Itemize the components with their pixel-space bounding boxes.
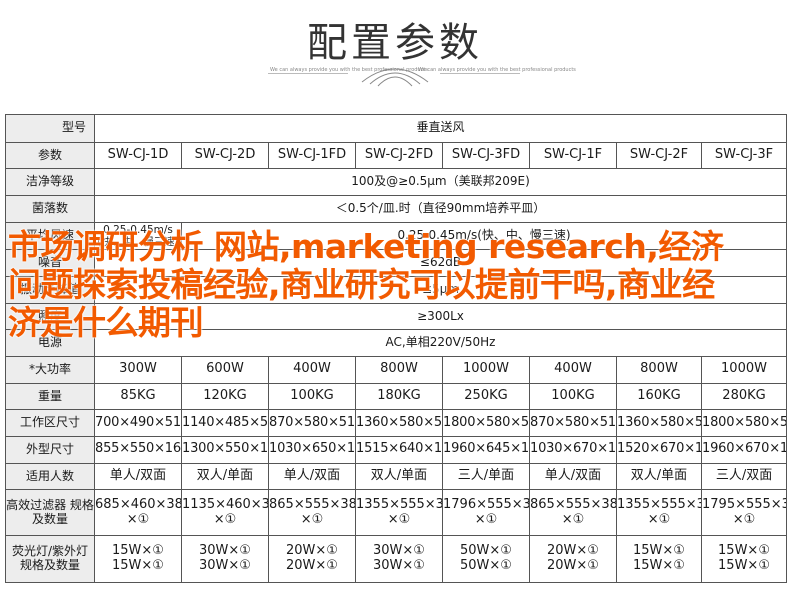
model-cell: SW-CJ-1D <box>94 141 182 170</box>
table-cell: 160KG <box>616 382 702 411</box>
table-cell: 400W <box>529 356 617 384</box>
table-cell: 1960×670×1625 <box>700 436 788 464</box>
spec-table: 型号 垂直送风 参数 SW-CJ-1D SW-CJ-2D SW-CJ-1FD SW-C… <box>5 114 788 584</box>
table-cell: 1300×550×1600 <box>181 436 269 464</box>
table-cell: 三人/双面 <box>700 462 788 491</box>
table-cell: 280KG <box>700 382 788 411</box>
row-label: 外型尺寸 <box>5 436 95 464</box>
table-cell: 600W <box>181 356 269 384</box>
wave-ornament-icon <box>361 68 429 87</box>
table-cell: 1800×580×515 <box>700 409 788 438</box>
table-cell: 865×555×38 ×① <box>268 489 356 536</box>
model-cell: SW-CJ-2F <box>616 141 702 170</box>
table-cell: 400W <box>268 356 356 384</box>
table-cell: 700×490×515 <box>94 409 182 438</box>
table-cell: 15W×① 15W×① <box>94 534 182 584</box>
table-cell: 100KG <box>529 382 617 411</box>
tagline-right: We can always provide you with the best … <box>418 67 576 73</box>
model-header-label: 型号 <box>5 114 95 143</box>
table-cell: 300W <box>94 356 182 384</box>
table-cell: 855×550×1600 <box>94 436 182 464</box>
table-cell: 1800×580×515 <box>442 409 530 438</box>
table-cell: 30W×① 30W×① <box>181 534 269 584</box>
watermark-overlay-text: 市场调研分析 网站,marketing research,经济问题探索投稿经验,… <box>8 227 724 342</box>
table-cell: 250KG <box>442 382 530 411</box>
row-label: 洁净等级 <box>5 168 95 197</box>
table-cell: 1355×555×38 ×① <box>616 489 702 536</box>
table-cell: 865×555×38 ×① <box>529 489 617 536</box>
model-cell: SW-CJ-2D <box>181 141 269 170</box>
table-cell: 1520×670×1625 <box>616 436 702 464</box>
model-cell: SW-CJ-1F <box>529 141 617 170</box>
model-cell: SW-CJ-2FD <box>355 141 443 170</box>
row-label: 工作区尺寸 <box>5 409 95 438</box>
table-cell: 15W×① 15W×① <box>616 534 702 584</box>
table-cell: 800W <box>616 356 702 384</box>
table-cell: 1030×650×1600 <box>268 436 356 464</box>
table-cell: 180KG <box>355 382 443 411</box>
table-cell: 50W×① 50W×① <box>442 534 530 584</box>
table-cell: 1000W <box>700 356 788 384</box>
table-cell: 1796×555×38 ×① <box>442 489 530 536</box>
model-cell: SW-CJ-3F <box>700 141 788 170</box>
table-cell: 单人/双面 <box>529 462 617 491</box>
table-cell: 1135×460×38 ×① <box>181 489 269 536</box>
row-label: 重量 <box>5 382 95 411</box>
title-rule-right <box>440 73 520 74</box>
table-cell: 1960×645×1625 <box>442 436 530 464</box>
category-header: 垂直送风 <box>93 114 788 143</box>
table-cell: 15W×① 15W×① <box>700 534 788 584</box>
table-cell: 1360×580×515 <box>616 409 702 438</box>
row-label: 菌落数 <box>5 195 95 223</box>
table-cell: 1140×485×515 <box>181 409 269 438</box>
colony-value: ＜0.5个/皿.时（直径90mm培养平皿） <box>93 195 788 223</box>
table-cell: 685×460×38 ×① <box>94 489 182 536</box>
table-cell: 双人/单面 <box>355 462 443 491</box>
model-cell: SW-CJ-3FD <box>442 141 530 170</box>
table-cell: 1795×555×38 ×① <box>700 489 788 536</box>
table-cell: 120KG <box>181 382 269 411</box>
table-cell: 100KG <box>268 382 356 411</box>
row-label: 适用人数 <box>5 462 95 491</box>
table-cell: 85KG <box>94 382 182 411</box>
table-cell: 1355×555×38 ×① <box>355 489 443 536</box>
table-cell: 单人/双面 <box>94 462 182 491</box>
table-cell: 20W×① 20W×① <box>529 534 617 584</box>
row-label: *大功率 <box>5 356 95 384</box>
table-cell: 30W×① 30W×① <box>355 534 443 584</box>
table-cell: 870×580×515 <box>529 409 617 438</box>
table-cell: 1515×640×1625 <box>355 436 443 464</box>
table-cell: 800W <box>355 356 443 384</box>
table-cell: 870×580×515 <box>268 409 356 438</box>
table-cell: 单人/双面 <box>268 462 356 491</box>
table-cell: 1360×580×515 <box>355 409 443 438</box>
row-label: 高效过滤器 规格及数量 <box>5 489 95 536</box>
model-cell: SW-CJ-1FD <box>268 141 356 170</box>
table-cell: 1000W <box>442 356 530 384</box>
table-cell: 三人/单面 <box>442 462 530 491</box>
table-cell: 20W×① 20W×① <box>268 534 356 584</box>
table-cell: 双人/单面 <box>616 462 702 491</box>
table-cell: 双人/单面 <box>181 462 269 491</box>
table-cell: 1030×670×1600 <box>529 436 617 464</box>
title-rule-left <box>268 73 348 74</box>
cleanliness-value: 100及@≥0.5μm（美联邦209E) <box>93 168 788 197</box>
param-label: 参数 <box>5 141 95 170</box>
row-label: 荧光灯/紫外灯 规格及数量 <box>5 534 95 584</box>
